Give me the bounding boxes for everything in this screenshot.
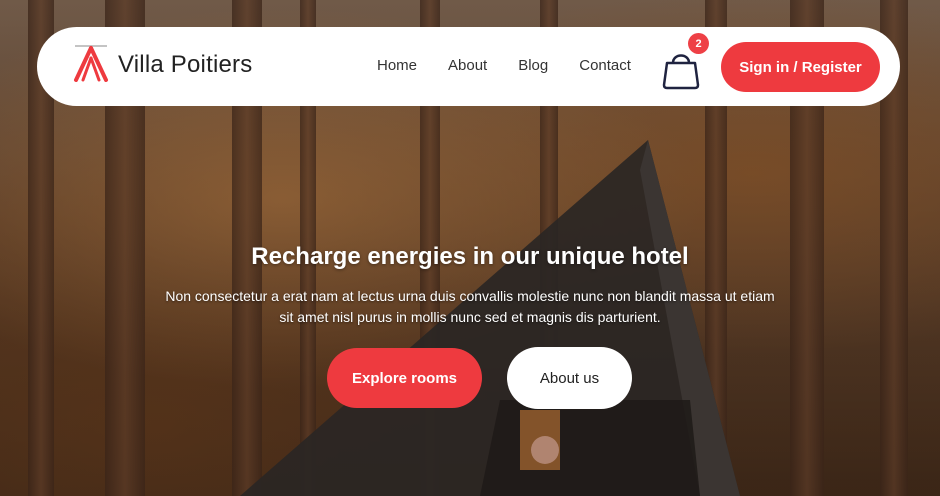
nav-link-contact[interactable]: Contact: [579, 57, 631, 74]
nav-link-about[interactable]: About: [448, 57, 487, 74]
main-nav: Home About Blog Contact: [377, 57, 662, 74]
about-us-button[interactable]: About us: [507, 347, 632, 409]
hero-section: Villa Poitiers Home About Blog Contact 2…: [0, 0, 940, 496]
nav-link-home[interactable]: Home: [377, 57, 417, 74]
hero-subtext: Non consectetur a erat nam at lectus urn…: [165, 288, 775, 325]
cart-count-badge: 2: [688, 33, 709, 54]
sign-in-register-button[interactable]: Sign in / Register: [721, 42, 880, 92]
brand-name[interactable]: Villa Poitiers: [118, 51, 252, 79]
top-navbar: Villa Poitiers Home About Blog Contact 2…: [37, 27, 900, 106]
hero-headline: Recharge energies in our unique hotel: [251, 243, 689, 270]
nav-link-blog[interactable]: Blog: [518, 57, 548, 74]
explore-rooms-button[interactable]: Explore rooms: [327, 348, 482, 408]
a-frame-logo-icon: [74, 45, 108, 82]
